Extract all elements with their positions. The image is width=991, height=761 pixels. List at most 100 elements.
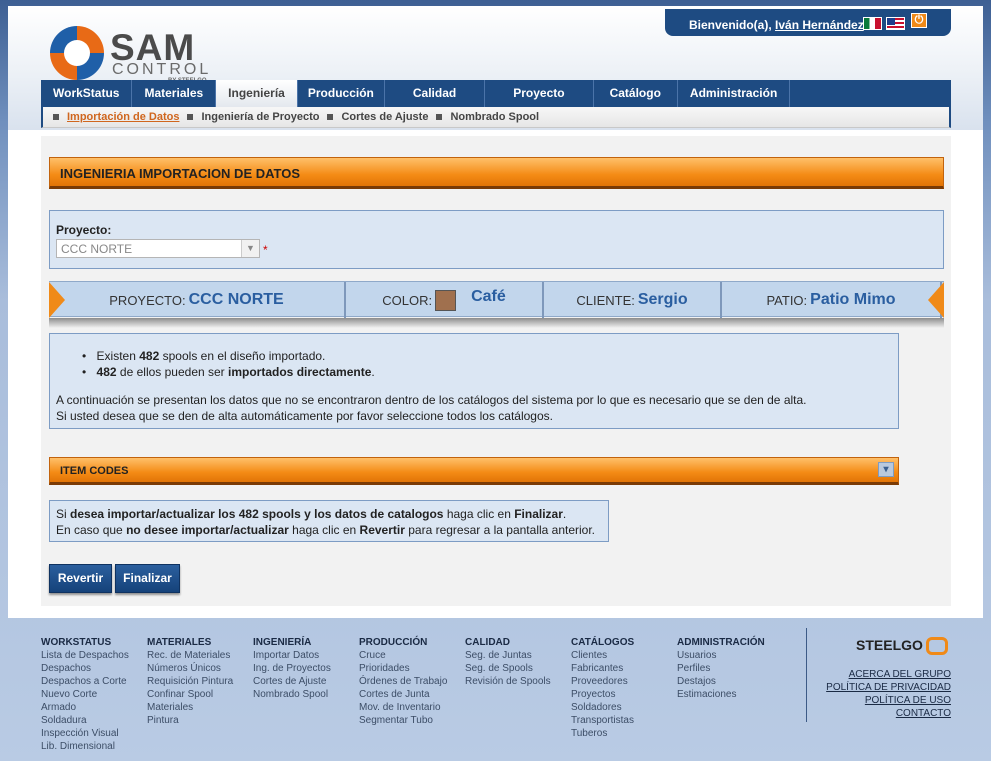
footer-heading: CATÁLOGOS — [571, 637, 635, 648]
chevron-down-icon[interactable]: ▼ — [241, 240, 259, 257]
instruction-text: En caso que — [56, 523, 123, 537]
footer-link[interactable]: Fabricantes — [571, 662, 634, 675]
welcome-prefix: Bienvenido(a), — [689, 18, 772, 32]
footer-link[interactable]: Cortes de Ajuste — [253, 675, 331, 688]
nav-item-administracion[interactable]: Administración — [678, 80, 791, 107]
footer-divider — [806, 628, 807, 722]
bullet-square-icon — [436, 114, 443, 120]
finalizar-button[interactable]: Finalizar — [115, 564, 180, 593]
user-name-link[interactable]: Iván Hernández — [775, 18, 864, 32]
info-color-value: Café — [471, 288, 506, 305]
footer-link[interactable]: Seg. de Juntas — [465, 649, 551, 662]
footer-link[interactable]: Lista de Despachos — [41, 649, 129, 662]
sub-nav: Importación de Datos Ingeniería de Proye… — [41, 107, 951, 128]
footer-link[interactable]: Proveedores — [571, 675, 634, 688]
footer-link[interactable]: Importar Datos — [253, 649, 331, 662]
footer-col-catalogos: CATÁLOGOS Clientes Fabricantes Proveedor… — [571, 636, 634, 740]
finalize-instructions: Si desea importar/actualizar los 482 spo… — [49, 500, 609, 542]
subnav-label: Ingeniería de Proyecto — [201, 111, 320, 123]
footer-link[interactable]: Confinar Spool — [147, 688, 233, 701]
footer-col-calidad: CALIDAD Seg. de Juntas Seg. de Spools Re… — [465, 636, 551, 688]
footer-link[interactable]: Transportistas — [571, 714, 634, 727]
nav-item-proyecto[interactable]: Proyecto — [485, 80, 594, 107]
bullet-square-icon — [53, 114, 59, 120]
nav-item-calidad[interactable]: Calidad — [385, 80, 486, 107]
footer-link[interactable]: Nombrado Spool — [253, 688, 331, 701]
footer-link[interactable]: Proyectos — [571, 688, 634, 701]
footer-link[interactable]: Clientes — [571, 649, 634, 662]
steelgo-logo-icon — [925, 637, 948, 656]
footer-link[interactable]: Materiales — [147, 701, 233, 714]
subnav-item-nombrado-spool[interactable]: Nombrado Spool — [436, 111, 539, 123]
politica-uso-link[interactable]: POLÍTICA DE USO — [826, 694, 951, 707]
contacto-link[interactable]: CONTACTO — [826, 707, 951, 720]
power-icon[interactable]: ⏻ — [911, 13, 927, 28]
nav-item-catalogo[interactable]: Catálogo — [594, 80, 678, 107]
footer-link[interactable]: Mov. de Inventario — [359, 701, 447, 714]
footer-link[interactable]: Inspección Visual — [41, 727, 129, 740]
nav-item-ingenieria[interactable]: Ingeniería — [216, 80, 298, 107]
footer-link[interactable]: Soldadores — [571, 701, 634, 714]
footer-link[interactable]: Revisión de Spools — [465, 675, 551, 688]
footer-link[interactable]: Requisición Pintura — [147, 675, 233, 688]
subnav-item-cortes-ajuste[interactable]: Cortes de Ajuste — [327, 111, 428, 123]
footer-link[interactable]: Lib. Dimensional — [41, 740, 129, 753]
summary-text: . — [371, 365, 375, 379]
footer-link[interactable]: Despachos a Corte — [41, 675, 129, 688]
footer-link[interactable]: Cortes de Junta — [359, 688, 447, 701]
flag-mexico-icon[interactable] — [863, 17, 882, 30]
info-color: COLOR: Café — [346, 282, 544, 318]
footer-link[interactable]: Rec. de Materiales — [147, 649, 233, 662]
arrow-left-icon — [49, 282, 65, 318]
politica-privacidad-link[interactable]: POLÍTICA DE PRIVACIDAD — [826, 681, 951, 694]
footer-link[interactable]: Números Únicos — [147, 662, 233, 675]
bullet-square-icon — [187, 114, 194, 120]
footer-heading: PRODUCCIÓN — [359, 637, 428, 648]
footer-link[interactable]: Segmentar Tubo — [359, 714, 447, 727]
revertir-button[interactable]: Revertir — [49, 564, 112, 593]
acerca-del-grupo-link[interactable]: ACERCA DEL GRUPO — [826, 668, 951, 681]
instruction-line-2: En caso que no desee importar/actualizar… — [56, 522, 602, 538]
subnav-item-ingenieria-proyecto[interactable]: Ingeniería de Proyecto — [187, 111, 319, 123]
project-select[interactable]: CCC NORTE ▼ — [56, 239, 260, 258]
main-nav: WorkStatus Materiales Ingeniería Producc… — [41, 80, 951, 107]
summary-paragraph-1: A continuación se presentan los datos qu… — [56, 393, 807, 407]
instruction-emphasis: no desee importar/actualizar — [126, 523, 289, 537]
footer-link[interactable]: Órdenes de Trabajo — [359, 675, 447, 688]
footer-link[interactable]: Cruce — [359, 649, 447, 662]
footer-link[interactable]: Prioridades — [359, 662, 447, 675]
subnav-item-importacion[interactable]: Importación de Datos — [53, 111, 179, 123]
color-swatch — [435, 289, 457, 311]
footer-heading: MATERIALES — [147, 637, 212, 648]
logo-mark-icon — [50, 26, 104, 80]
flag-usa-icon[interactable] — [886, 17, 905, 30]
nav-item-workstatus[interactable]: WorkStatus — [41, 80, 133, 107]
footer-link[interactable]: Destajos — [677, 675, 765, 688]
instruction-emphasis: desea importar/actualizar los 482 spools… — [70, 507, 444, 521]
footer-link[interactable]: Soldadura — [41, 714, 129, 727]
nav-item-materiales[interactable]: Materiales — [132, 80, 217, 107]
summary-list: Existen 482 spools en el diseño importad… — [82, 348, 892, 380]
summary-paragraph-2: Si usted desea que se den de alta automá… — [56, 409, 553, 423]
info-patio: PATIO: Patio Mimo — [722, 282, 942, 318]
list-item: 482 de ellos pueden ser importados direc… — [82, 364, 892, 380]
footer-col-produccion: PRODUCCIÓN Cruce Prioridades Órdenes de … — [359, 636, 447, 727]
project-form: Proyecto: CCC NORTE ▼ * — [49, 210, 944, 269]
footer-link[interactable]: Armado — [41, 701, 129, 714]
footer-link[interactable]: Pintura — [147, 714, 233, 727]
chevron-down-icon[interactable]: ▾ — [878, 462, 894, 477]
footer-link[interactable]: Nuevo Corte — [41, 688, 129, 701]
footer-link[interactable]: Perfiles — [677, 662, 765, 675]
footer-link[interactable]: Seg. de Spools — [465, 662, 551, 675]
footer-link[interactable]: Tuberos — [571, 727, 634, 740]
item-codes-header[interactable]: ITEM CODES ▾ — [49, 457, 899, 485]
logo-sub-text: CONTROL — [112, 61, 212, 78]
nav-item-produccion[interactable]: Producción — [298, 80, 385, 107]
footer-link[interactable]: Estimaciones — [677, 688, 765, 701]
footer-col-materiales: MATERIALES Rec. de Materiales Números Ún… — [147, 636, 233, 727]
footer-link[interactable]: Usuarios — [677, 649, 765, 662]
footer-link[interactable]: Despachos — [41, 662, 129, 675]
footer-link[interactable]: Ing. de Proyectos — [253, 662, 331, 675]
footer-legal-links: ACERCA DEL GRUPO POLÍTICA DE PRIVACIDAD … — [826, 668, 951, 720]
instruction-text: haga clic en — [292, 523, 357, 537]
